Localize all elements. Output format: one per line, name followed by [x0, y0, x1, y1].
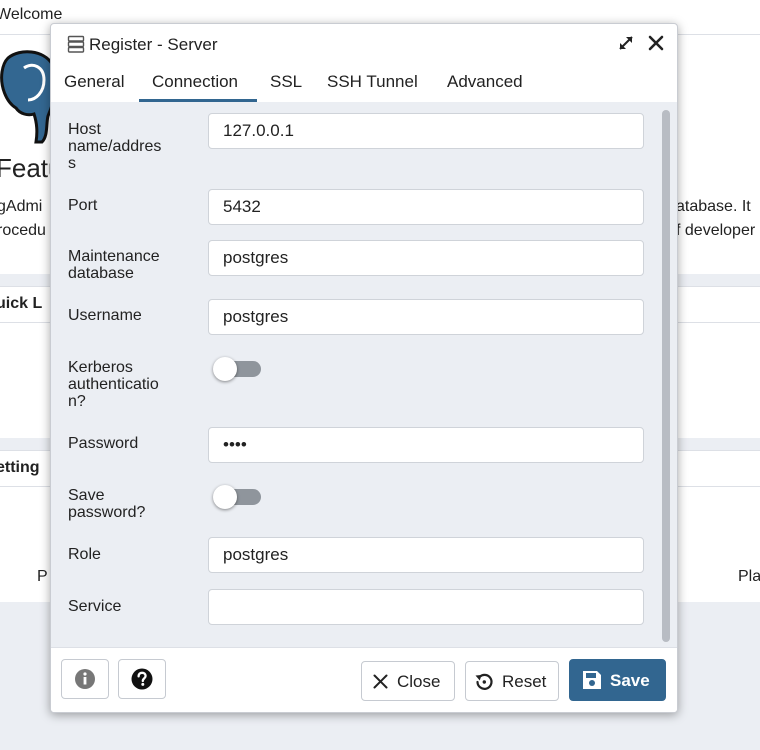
info-button[interactable]: [61, 659, 109, 699]
close-button[interactable]: Close: [361, 661, 455, 701]
save-password-toggle[interactable]: [213, 485, 261, 509]
reset-icon: [475, 673, 493, 690]
description-text-right-1: atabase. It: [676, 198, 751, 215]
description-text-left-2: rocedu: [0, 222, 46, 239]
save-button[interactable]: Save: [569, 659, 666, 701]
service-label: Service: [68, 598, 122, 615]
host-input[interactable]: [208, 113, 644, 149]
help-button[interactable]: [118, 659, 166, 699]
register-server-dialog: Register - Server General Connection SSL…: [50, 23, 678, 713]
username-label: Username: [68, 307, 142, 324]
description-text-right-2: f developer: [676, 222, 756, 239]
close-icon[interactable]: [647, 34, 665, 52]
role-label: Role: [68, 546, 101, 563]
tab-connection[interactable]: Connection: [152, 72, 238, 92]
save-password-label: Save password?: [68, 487, 146, 521]
form-scrollbar-thumb[interactable]: [662, 110, 670, 642]
server-icon: [67, 35, 85, 53]
tab-general[interactable]: General: [64, 72, 124, 92]
save-button-label: Save: [610, 671, 650, 690]
reset-button-label: Reset: [502, 672, 547, 691]
dialog-tabs: General Connection SSL SSH Tunnel Advanc…: [51, 64, 677, 103]
maximize-icon[interactable]: [617, 34, 635, 52]
dialog-header[interactable]: Register - Server: [51, 24, 677, 64]
settings-item-right: Pla: [738, 568, 760, 585]
password-input[interactable]: [208, 427, 644, 463]
role-input[interactable]: [208, 537, 644, 573]
username-input[interactable]: [208, 299, 644, 335]
reset-button[interactable]: Reset: [465, 661, 559, 701]
welcome-tab-label: Welcome: [0, 6, 63, 23]
close-icon: [373, 674, 388, 689]
tab-ssl[interactable]: SSL: [270, 72, 302, 92]
dialog-footer: Close Reset Save: [51, 647, 677, 712]
floppy-disk-icon: [583, 671, 601, 689]
dialog-title: Register - Server: [89, 35, 218, 54]
quick-links-title: uick L: [0, 295, 43, 312]
service-input[interactable]: [208, 589, 644, 625]
host-label: Host name/addres s: [68, 121, 162, 172]
tab-ssh-tunnel[interactable]: SSH Tunnel: [327, 72, 418, 92]
toggle-knob: [213, 357, 237, 381]
port-input[interactable]: [208, 189, 644, 225]
description-text-left-1: gAdmi: [0, 198, 43, 215]
info-icon: [75, 669, 95, 689]
tab-advanced[interactable]: Advanced: [447, 72, 523, 92]
password-label: Password: [68, 435, 139, 452]
toggle-knob: [213, 485, 237, 509]
settings-item-left: P: [37, 568, 48, 585]
maintenance-database-label: Maintenance database: [68, 248, 160, 282]
kerberos-label: Kerberos authenticatio n?: [68, 359, 159, 410]
close-button-label: Close: [397, 672, 441, 691]
maintenance-database-input[interactable]: [208, 240, 644, 276]
port-label: Port: [68, 197, 98, 214]
kerberos-toggle[interactable]: [213, 357, 261, 381]
settings-title: etting: [0, 459, 40, 476]
help-icon: [131, 668, 153, 690]
